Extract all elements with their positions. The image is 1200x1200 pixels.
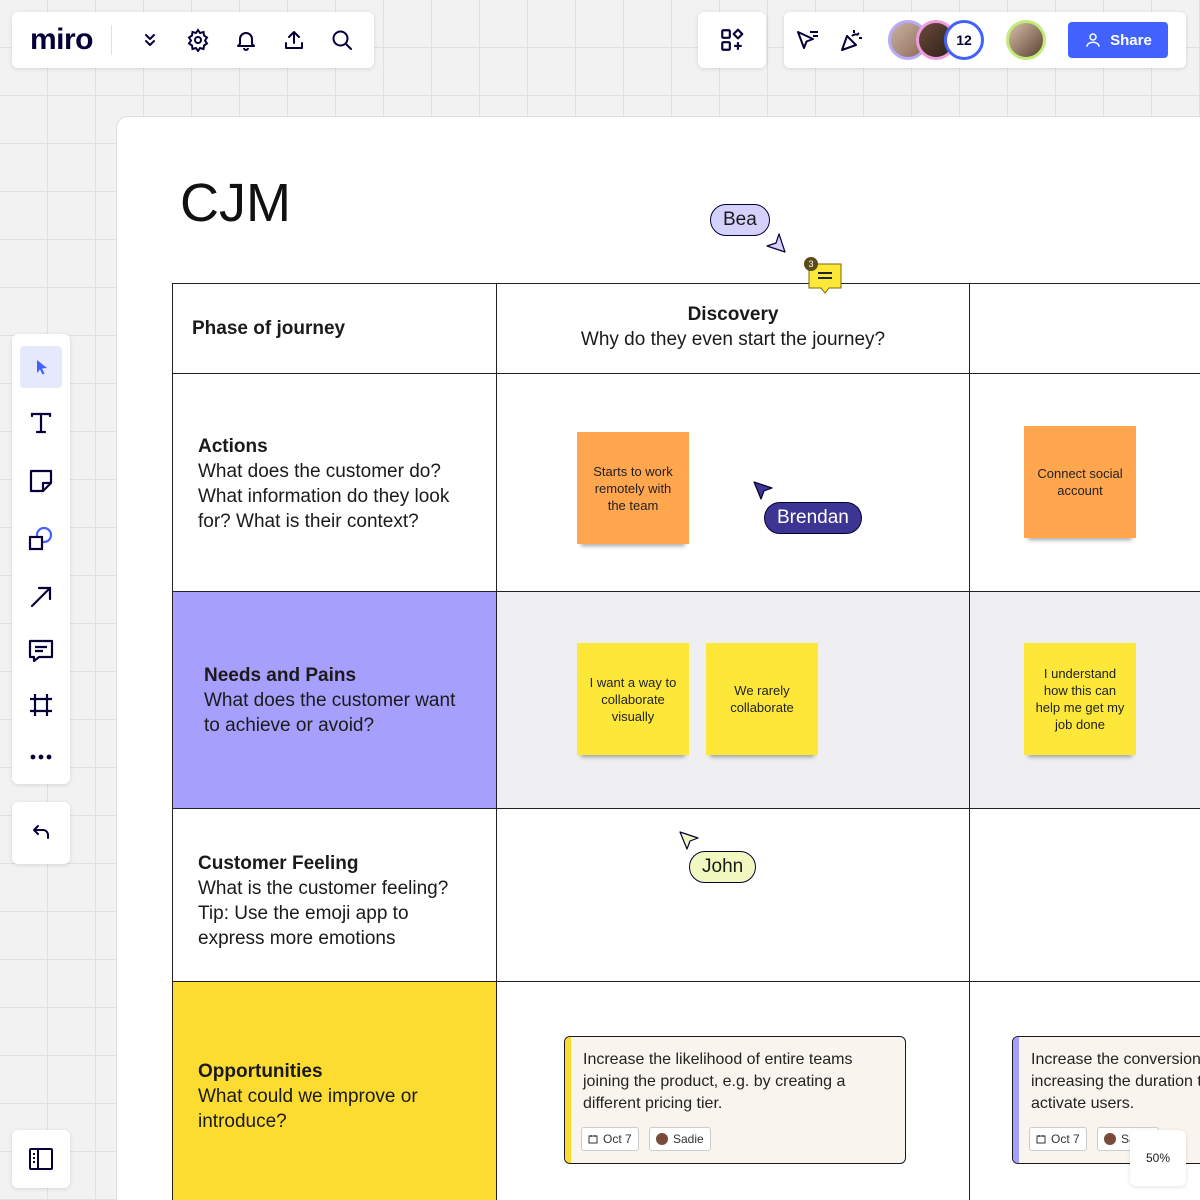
undo-icon — [33, 825, 49, 839]
sticky-note[interactable]: I understand how this can help me get my… — [1024, 643, 1136, 755]
text-tool-icon — [30, 412, 52, 434]
undo-button[interactable] — [12, 802, 70, 864]
frame-tool-icon — [30, 694, 52, 716]
upload-icon[interactable] — [270, 16, 318, 64]
divider — [111, 25, 113, 55]
row-title: Opportunities — [198, 1061, 323, 1082]
row-header-needs-and-pains[interactable]: Needs and Pains What does the customer w… — [204, 663, 464, 738]
main-menu-bar: miro — [12, 12, 374, 68]
opportunity-card[interactable]: Increase the likelihood of entire teams … — [564, 1036, 906, 1164]
row-description: What is the customer feeling? Tip: Use t… — [198, 878, 449, 949]
card-text: Increase the conversion by increasing th… — [1031, 1051, 1200, 1112]
celebrate-icon[interactable] — [836, 24, 868, 56]
row-title: Customer Feeling — [198, 853, 359, 874]
assignee-chip[interactable]: Sadie — [649, 1127, 711, 1151]
sticky-note-tool[interactable] — [20, 460, 62, 502]
discovery-question: Why do they even start the journey? — [580, 329, 886, 350]
row-description: What does the customer want to achieve o… — [204, 690, 456, 736]
discovery-header[interactable]: Discovery Why do they even start the jou… — [497, 302, 969, 352]
table-border — [172, 981, 1200, 982]
sticky-note[interactable]: Starts to work remotely with the team — [577, 432, 689, 544]
cursor-label-bea: Bea — [710, 204, 770, 236]
more-tools-icon — [30, 754, 52, 760]
card-text: Increase the likelihood of entire teams … — [583, 1051, 853, 1112]
cursor-label-brendan: Brendan — [764, 502, 862, 534]
comment-tool-icon — [28, 639, 54, 663]
due-date-chip[interactable]: Oct 7 — [1029, 1127, 1087, 1151]
more-tools[interactable] — [20, 736, 62, 778]
arrow-line-tool-icon — [30, 586, 52, 608]
sidebar-toggle-button[interactable] — [12, 1130, 70, 1188]
collaborator-count-badge[interactable]: 12 — [944, 20, 984, 60]
sticky-note-tool-icon — [29, 469, 53, 493]
cursor-pointer-icon — [766, 232, 788, 259]
arrow-line-tool[interactable] — [20, 576, 62, 618]
bell-icon[interactable] — [222, 16, 270, 64]
sticky-note[interactable]: I want a way to collaborate visually — [577, 643, 689, 755]
discovery-title: Discovery — [687, 304, 779, 325]
user-icon — [1086, 33, 1100, 47]
apps-button[interactable] — [698, 12, 766, 68]
calendar-icon — [588, 1135, 598, 1144]
row-title: Actions — [198, 436, 268, 457]
chevrons-down-icon[interactable] — [126, 16, 174, 64]
frame-tool[interactable] — [20, 684, 62, 726]
table-border — [172, 591, 1200, 592]
gear-icon[interactable] — [174, 16, 222, 64]
card-color-bar — [565, 1037, 571, 1163]
cursor-filter-icon[interactable] — [790, 24, 822, 56]
due-date-label: Oct 7 — [603, 1132, 632, 1146]
row-header-opportunities[interactable]: Opportunities What could we improve or i… — [198, 1059, 458, 1134]
share-button-label: Share — [1110, 31, 1152, 49]
table-border — [172, 373, 1200, 374]
share-button[interactable]: Share — [1068, 22, 1168, 58]
shapes-tool-icon — [28, 526, 53, 551]
creation-toolbar — [12, 334, 70, 784]
assignee-avatar — [1104, 1133, 1116, 1145]
comment-count-badge: 3 — [804, 257, 818, 271]
select-tool-icon — [37, 360, 47, 375]
search-icon[interactable] — [318, 16, 366, 64]
sidebar-icon — [29, 1148, 53, 1170]
row-description: What could we improve or introduce? — [198, 1086, 418, 1132]
row-header-actions[interactable]: Actions What does the customer do? What … — [198, 434, 478, 534]
table-border — [496, 283, 497, 1200]
table-border — [172, 808, 1200, 809]
miro-logo[interactable]: miro — [30, 23, 94, 57]
phase-header[interactable]: Phase of journey — [192, 316, 345, 341]
select-tool[interactable] — [20, 346, 62, 388]
current-user-avatar[interactable] — [1006, 20, 1046, 60]
cursor-pointer-icon — [752, 480, 774, 507]
row-description: What does the customer do? What informat… — [198, 461, 450, 532]
row-header-customer-feeling[interactable]: Customer Feeling What is the customer fe… — [198, 851, 474, 951]
text-tool[interactable] — [20, 402, 62, 444]
calendar-icon — [1036, 1135, 1046, 1144]
table-border — [969, 283, 970, 1200]
card-color-bar — [1013, 1037, 1019, 1163]
zoom-level[interactable]: 50% — [1130, 1130, 1186, 1186]
table-border — [172, 283, 1200, 284]
collaboration-bar: 12 Share — [784, 12, 1186, 68]
comment-tool[interactable] — [20, 630, 62, 672]
sticky-note[interactable]: We rarely collaborate — [706, 643, 818, 755]
assignee-avatar — [656, 1133, 668, 1145]
assignee-name: Sadie — [673, 1132, 704, 1146]
cursor-label-john: John — [689, 851, 757, 883]
shapes-tool[interactable] — [20, 518, 62, 560]
due-date-label: Oct 7 — [1051, 1132, 1080, 1146]
board-title[interactable]: CJM — [180, 172, 291, 234]
table-border — [172, 283, 173, 1200]
sticky-note[interactable]: Connect social account — [1024, 426, 1136, 538]
due-date-chip[interactable]: Oct 7 — [581, 1127, 639, 1151]
apps-icon — [721, 28, 744, 51]
row-title: Needs and Pains — [204, 665, 357, 686]
